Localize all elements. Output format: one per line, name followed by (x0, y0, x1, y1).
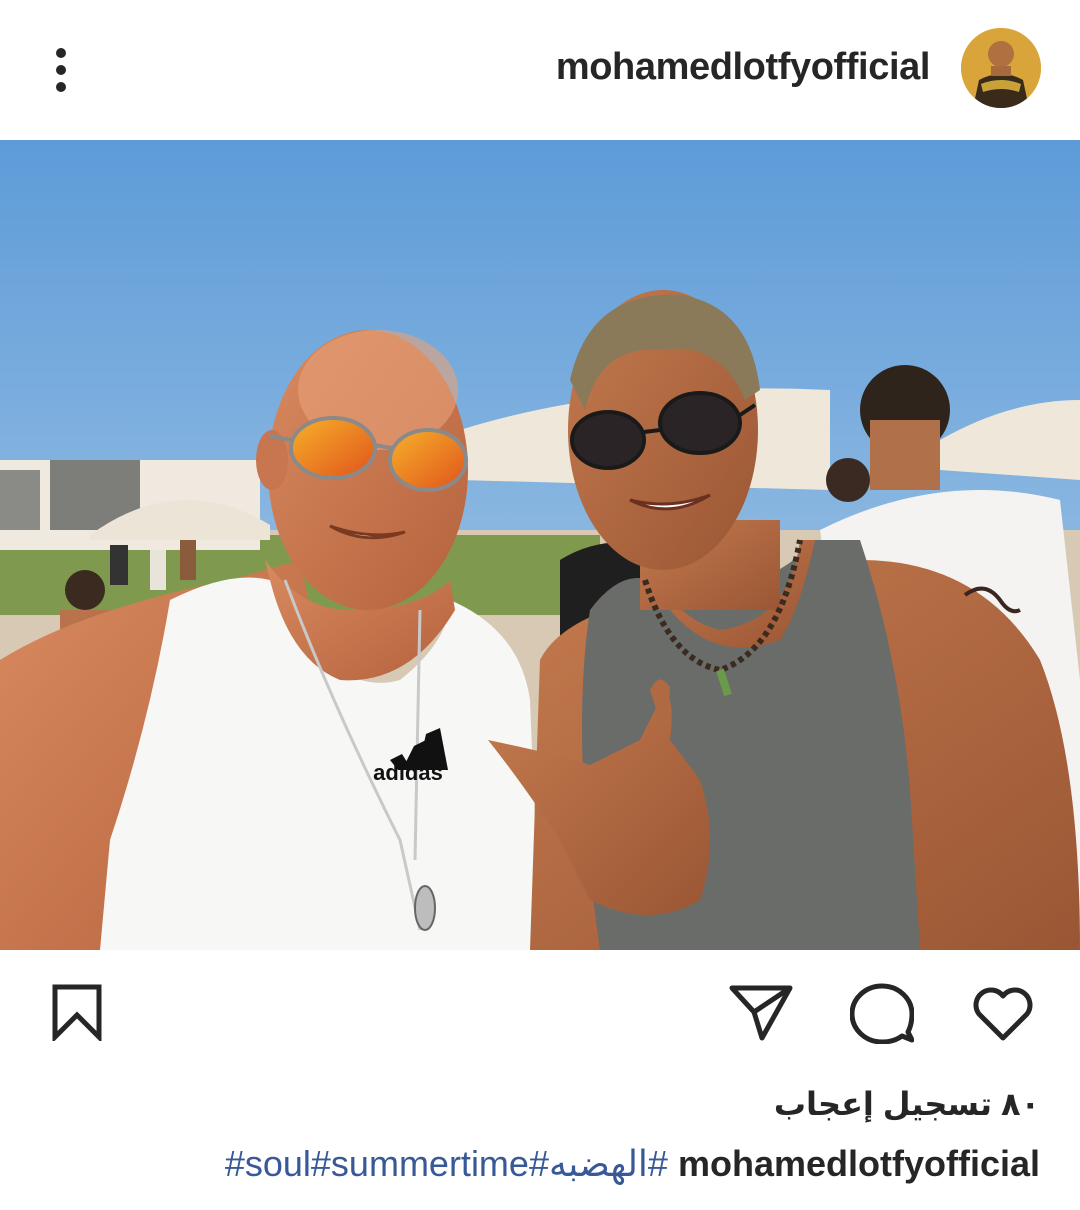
bookmark-button[interactable] (50, 983, 106, 1046)
post-image: adidas (0, 140, 1080, 950)
send-icon (729, 985, 793, 1041)
more-dot (56, 65, 66, 75)
more-dot (56, 82, 66, 92)
bookmark-icon (52, 984, 102, 1044)
adidas-logo-text: adidas (373, 760, 443, 785)
like-button[interactable] (970, 984, 1036, 1047)
post-action-bar (0, 950, 1080, 1080)
more-options-button[interactable] (40, 38, 84, 102)
heart-icon (973, 987, 1033, 1041)
comment-icon (849, 983, 915, 1045)
post-caption: #soul#summertime#الهضبه# mohamedlotfyoff… (225, 1143, 1040, 1185)
post-photo[interactable]: adidas (0, 140, 1080, 950)
profile-avatar[interactable] (961, 28, 1041, 108)
caption-username[interactable]: mohamedlotfyofficial (678, 1143, 1040, 1184)
caption-hashtags[interactable]: #soul#summertime#الهضبه# (225, 1143, 678, 1184)
likes-count[interactable]: ٨٠ تسجيل إعجاب (774, 1085, 1040, 1123)
comment-button[interactable] (849, 982, 915, 1049)
share-button[interactable] (728, 982, 794, 1047)
more-vertical-icon (56, 48, 66, 58)
avatar-image (961, 28, 1041, 108)
post-author-username[interactable]: mohamedlotfyofficial (556, 46, 931, 89)
post-header: mohamedlotfyofficial (0, 0, 1080, 140)
